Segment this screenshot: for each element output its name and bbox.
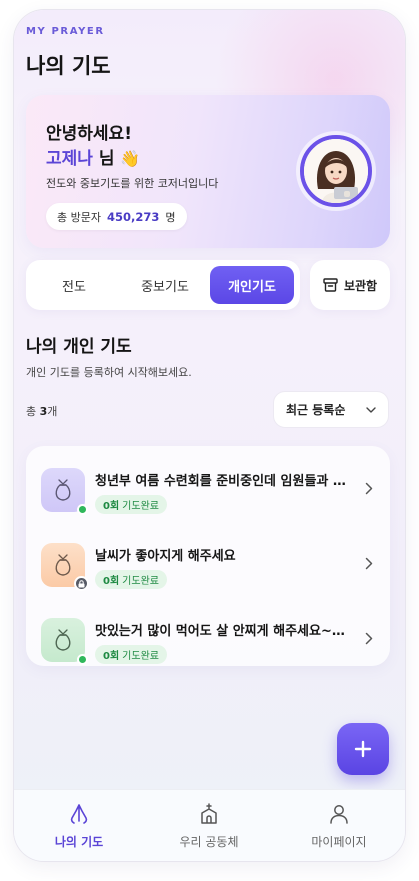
chevron-right-icon bbox=[365, 557, 373, 570]
section-description: 개인 기도를 등록하여 시작해보세요. bbox=[26, 366, 192, 379]
church-icon bbox=[201, 803, 217, 824]
app-screen: MY PRAYER 나의 기도 안녕하세요! 고제나 님 👋 전도와 중보기도를… bbox=[14, 10, 405, 861]
greeting-description: 전도와 중보기도를 위한 코저너입니다 bbox=[46, 177, 219, 190]
add-prayer-button[interactable] bbox=[337, 723, 389, 775]
page-eyebrow: MY PRAYER bbox=[26, 26, 105, 37]
status-dot bbox=[77, 654, 88, 665]
prayer-title: 날씨가 좋아지게 해주세요 bbox=[95, 549, 236, 564]
sort-dropdown[interactable]: 최근 등록순 bbox=[273, 391, 389, 428]
total-suffix: 개 bbox=[47, 405, 58, 418]
status-dot bbox=[77, 504, 88, 515]
plus-icon bbox=[354, 740, 372, 758]
sort-selected: 최근 등록순 bbox=[286, 403, 346, 417]
prayer-status: 기도완료 bbox=[122, 501, 159, 512]
chevron-down-icon bbox=[366, 406, 376, 413]
prayer-item[interactable]: 청년부 여름 수련회를 준비중인데 임원들과 싸... 0회 기도완료 bbox=[26, 460, 390, 520]
avatar-illustration bbox=[304, 139, 368, 203]
nav-my-page[interactable]: 마이페이지 bbox=[274, 790, 404, 861]
waving-hand-icon: 👋 bbox=[120, 149, 141, 168]
prayer-count-badge: 0회 기도완료 bbox=[95, 570, 167, 589]
section-title: 나의 개인 기도 bbox=[26, 337, 132, 357]
prayer-count: 0회 bbox=[103, 651, 120, 662]
user-name-row: 고제나 님 👋 bbox=[46, 144, 140, 169]
visitor-count: 450,273 bbox=[106, 209, 160, 224]
praying-hands-icon bbox=[70, 804, 88, 824]
pouch-icon bbox=[55, 479, 71, 501]
prayer-title: 청년부 여름 수련회를 준비중인데 임원들과 싸... bbox=[95, 474, 350, 489]
prayer-count: 0회 bbox=[103, 576, 120, 587]
visitor-count-pill: 총 방문자 450,273 명 bbox=[46, 203, 187, 230]
tab-evangelism[interactable]: 전도 bbox=[32, 266, 116, 304]
nav-my-prayer[interactable]: 나의 기도 bbox=[14, 790, 144, 861]
user-name: 고제나 bbox=[46, 149, 93, 169]
nav-label: 우리 공동체 bbox=[179, 835, 239, 849]
prayer-pouch-icon bbox=[41, 543, 89, 591]
visitor-unit: 명 bbox=[165, 210, 176, 224]
honorific: 님 bbox=[98, 149, 115, 169]
archive-box-icon bbox=[323, 278, 338, 292]
prayer-type-tabs: 전도 중보기도 개인기도 bbox=[26, 260, 300, 310]
prayer-item[interactable]: 날씨가 좋아지게 해주세요 0회 기도완료 bbox=[26, 535, 390, 595]
nav-community[interactable]: 우리 공동체 bbox=[144, 790, 274, 861]
prayer-pouch-icon bbox=[41, 618, 88, 665]
avatar[interactable] bbox=[300, 135, 372, 207]
total-prefix: 총 bbox=[26, 405, 37, 418]
total-count: 총 3개 bbox=[26, 403, 57, 419]
prayer-status: 기도완료 bbox=[122, 651, 159, 662]
tab-intercession[interactable]: 중보기도 bbox=[121, 266, 209, 304]
archive-label: 보관함 bbox=[343, 278, 378, 293]
prayer-pouch-icon bbox=[41, 468, 88, 515]
archive-button[interactable]: 보관함 bbox=[310, 260, 390, 310]
greeting-text: 안녕하세요! bbox=[46, 124, 132, 144]
visitor-label: 총 방문자 bbox=[57, 210, 101, 224]
nav-label: 마이페이지 bbox=[311, 835, 367, 849]
prayer-count-badge: 0회 기도완료 bbox=[95, 495, 167, 514]
lock-icon bbox=[74, 576, 89, 591]
pouch-icon bbox=[55, 629, 71, 651]
chevron-right-icon bbox=[365, 632, 373, 645]
tab-personal-prayer[interactable]: 개인기도 bbox=[210, 266, 294, 304]
prayer-title: 맛있는거 많이 먹어도 살 안찌게 해주세요~!! 아... bbox=[95, 624, 350, 639]
bottom-nav: 나의 기도 우리 공동체 마이페이지 bbox=[14, 789, 405, 861]
prayer-item[interactable]: 맛있는거 많이 먹어도 살 안찌게 해주세요~!! 아... 0회 기도완료 bbox=[26, 610, 390, 670]
prayer-count: 0회 bbox=[103, 501, 120, 512]
chevron-right-icon bbox=[365, 482, 373, 495]
person-icon bbox=[330, 805, 348, 824]
greeting-card: 안녕하세요! 고제나 님 👋 전도와 중보기도를 위한 코저너입니다 총 방문자… bbox=[26, 95, 390, 248]
nav-label: 나의 기도 bbox=[54, 835, 104, 849]
pouch-icon bbox=[55, 554, 71, 576]
prayer-list: 청년부 여름 수련회를 준비중인데 임원들과 싸... 0회 기도완료 날씨가 … bbox=[26, 446, 390, 666]
page-title: 나의 기도 bbox=[26, 54, 111, 78]
prayer-status: 기도완료 bbox=[122, 576, 159, 587]
prayer-count-badge: 0회 기도완료 bbox=[95, 645, 167, 664]
